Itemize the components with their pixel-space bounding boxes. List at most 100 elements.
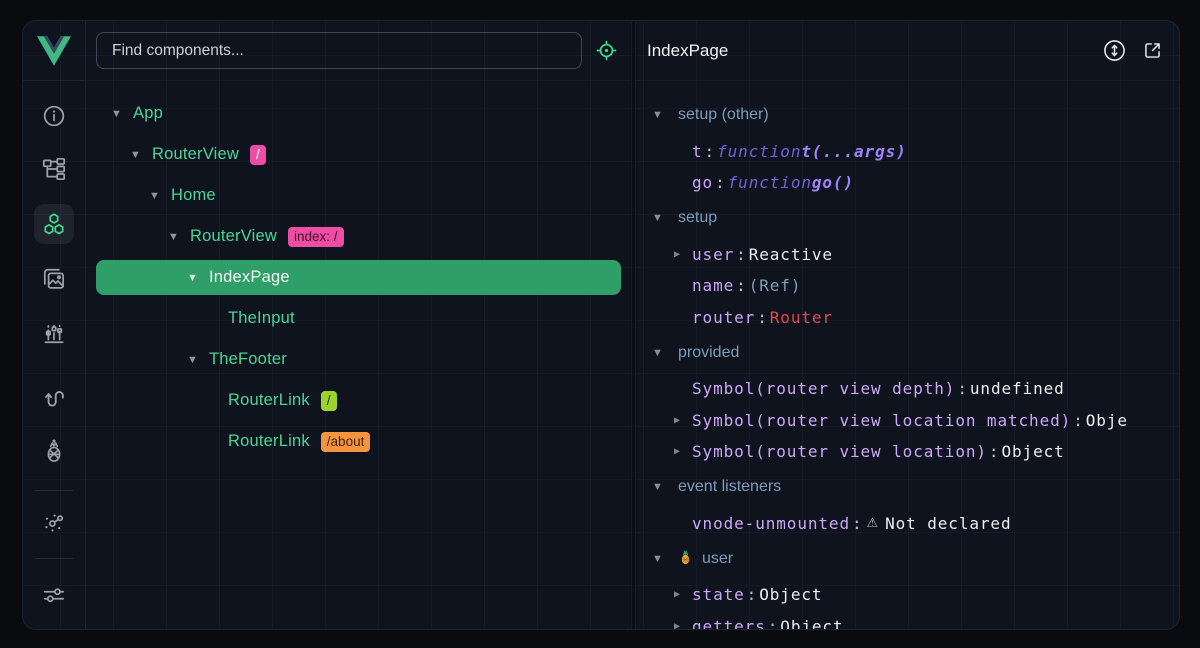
icon-rail bbox=[23, 21, 86, 629]
section-header-setup[interactable]: ▼setup bbox=[636, 200, 1179, 236]
caret-right-icon[interactable]: ▶ bbox=[674, 589, 692, 600]
entry-key: router bbox=[692, 308, 755, 327]
pages-tree-icon[interactable] bbox=[34, 149, 74, 189]
caret-down-icon[interactable]: ▼ bbox=[652, 481, 678, 493]
caret-right-icon[interactable]: ▶ bbox=[674, 249, 692, 260]
caret-right-icon[interactable]: ▶ bbox=[674, 415, 692, 426]
entry-colon: : bbox=[713, 173, 728, 192]
state-entry[interactable]: ▶user : Reactive bbox=[636, 238, 1179, 270]
tree-row-routerview[interactable]: ▼RouterView/ bbox=[96, 134, 621, 175]
component-tree: ▼App▼RouterView/▼Home▼RouterViewindex: /… bbox=[86, 81, 631, 462]
devtools-window: ▼App▼RouterView/▼Home▼RouterViewindex: /… bbox=[22, 20, 1180, 630]
caret-down-icon[interactable]: ▼ bbox=[187, 272, 209, 284]
tree-row-indexpage[interactable]: ▼IndexPage bbox=[96, 260, 621, 295]
scroll-to-component-icon[interactable] bbox=[1102, 38, 1127, 63]
entry-colon: : bbox=[1071, 411, 1086, 430]
entry-colon: : bbox=[734, 245, 749, 264]
state-entry: go : function go() bbox=[636, 167, 1179, 199]
entry-value: Object bbox=[780, 617, 843, 630]
caret-down-icon[interactable]: ▼ bbox=[652, 212, 678, 224]
section-header-provided[interactable]: ▼provided bbox=[636, 335, 1179, 371]
entry-colon: : bbox=[955, 379, 970, 398]
caret-down-icon[interactable]: ▼ bbox=[149, 190, 171, 202]
entry-key: name bbox=[692, 276, 734, 295]
state-section: ▼setup (other)t : function t(...args)go … bbox=[636, 97, 1179, 198]
state-entry[interactable]: ▶getters : Object bbox=[636, 610, 1179, 629]
tree-row-routerlink[interactable]: RouterLink/ bbox=[96, 380, 621, 421]
entry-colon: : bbox=[850, 514, 865, 533]
inspector-header: IndexPage bbox=[636, 21, 1179, 81]
caret-right-icon[interactable]: ▶ bbox=[674, 621, 692, 630]
entry-key: go bbox=[692, 173, 713, 192]
tree-row-routerlink[interactable]: RouterLink/about bbox=[96, 421, 621, 462]
entry-value: Router bbox=[770, 308, 833, 327]
entry-key: Symbol(router view location) bbox=[692, 442, 987, 461]
caret-down-icon[interactable]: ▼ bbox=[187, 354, 209, 366]
route-badge: / bbox=[250, 145, 266, 165]
section-label: user bbox=[678, 549, 733, 568]
tree-row-routerview[interactable]: ▼RouterViewindex: / bbox=[96, 216, 621, 257]
tree-row-theinput[interactable]: TheInput bbox=[96, 298, 621, 339]
state-section: ▼providedSymbol(router view depth) : und… bbox=[636, 335, 1179, 468]
route-badge: /about bbox=[321, 432, 371, 452]
state-entry[interactable]: ▶state : Object bbox=[636, 579, 1179, 611]
caret-down-icon[interactable]: ▼ bbox=[130, 149, 152, 161]
settings-icon[interactable] bbox=[34, 575, 74, 615]
entry-key: getters bbox=[692, 617, 766, 630]
assets-icon[interactable] bbox=[34, 259, 74, 299]
caret-down-icon[interactable]: ▼ bbox=[111, 108, 133, 120]
graph-icon[interactable] bbox=[34, 503, 74, 543]
entry-value: function bbox=[728, 173, 812, 192]
entry-key: user bbox=[692, 245, 734, 264]
state-entry: name : (Ref) bbox=[636, 270, 1179, 302]
entry-key: t bbox=[692, 142, 703, 161]
router-icon[interactable] bbox=[34, 379, 74, 419]
inspector-panel: IndexPage ▼setup (o bbox=[636, 21, 1179, 629]
section-label: provided bbox=[678, 344, 739, 362]
entry-value: go() bbox=[812, 173, 854, 192]
tree-row-thefooter[interactable]: ▼TheFooter bbox=[96, 339, 621, 380]
entry-value: Reactive bbox=[749, 245, 833, 264]
inspector-body: ▼setup (other)t : function t(...args)go … bbox=[636, 81, 1179, 629]
state-entry[interactable]: ▶Symbol(router view location matched) : … bbox=[636, 404, 1179, 436]
entry-colon: : bbox=[755, 308, 770, 327]
warning-icon: ⚠ bbox=[865, 516, 886, 531]
state-section: ▼event listenersvnode-unmounted : ⚠Not d… bbox=[636, 469, 1179, 539]
entry-colon: : bbox=[766, 617, 781, 630]
section-header-user[interactable]: ▼user bbox=[636, 541, 1179, 577]
info-icon[interactable] bbox=[34, 96, 74, 136]
caret-down-icon[interactable]: ▼ bbox=[168, 231, 190, 243]
entry-value: Object bbox=[759, 585, 822, 604]
caret-down-icon[interactable]: ▼ bbox=[652, 347, 678, 359]
entry-value: Not declared bbox=[885, 514, 1011, 533]
vue-logo bbox=[23, 21, 85, 81]
entry-key: state bbox=[692, 585, 745, 604]
component-tree-panel: ▼App▼RouterView/▼Home▼RouterViewindex: /… bbox=[86, 21, 631, 629]
state-entry: vnode-unmounted : ⚠Not declared bbox=[636, 507, 1179, 539]
component-name: RouterLink bbox=[228, 391, 310, 410]
caret-down-icon[interactable]: ▼ bbox=[652, 109, 678, 121]
section-label: setup bbox=[678, 209, 717, 227]
caret-down-icon[interactable]: ▼ bbox=[652, 553, 678, 565]
component-name: TheFooter bbox=[209, 350, 287, 369]
entry-colon: : bbox=[987, 442, 1002, 461]
rail-divider bbox=[35, 558, 73, 559]
entry-colon: : bbox=[745, 585, 760, 604]
state-entry[interactable]: ▶Symbol(router view location) : Object bbox=[636, 436, 1179, 468]
open-in-editor-icon[interactable] bbox=[1142, 40, 1163, 61]
search-input[interactable] bbox=[96, 32, 582, 69]
entry-key: vnode-unmounted bbox=[692, 514, 850, 533]
target-icon[interactable] bbox=[595, 39, 618, 62]
pinia-icon[interactable] bbox=[34, 431, 74, 471]
components-icon[interactable] bbox=[34, 204, 74, 244]
component-name: App bbox=[133, 104, 163, 123]
tree-row-app[interactable]: ▼App bbox=[96, 93, 621, 134]
entry-key: Symbol(router view location matched) bbox=[692, 411, 1071, 430]
timeline-icon[interactable] bbox=[34, 313, 74, 353]
caret-right-icon[interactable]: ▶ bbox=[674, 446, 692, 457]
tree-row-home[interactable]: ▼Home bbox=[96, 175, 621, 216]
entry-value: (Ref) bbox=[749, 276, 802, 295]
section-header-setup-other-[interactable]: ▼setup (other) bbox=[636, 97, 1179, 133]
section-header-event-listeners[interactable]: ▼event listeners bbox=[636, 469, 1179, 505]
section-label: setup (other) bbox=[678, 106, 769, 124]
